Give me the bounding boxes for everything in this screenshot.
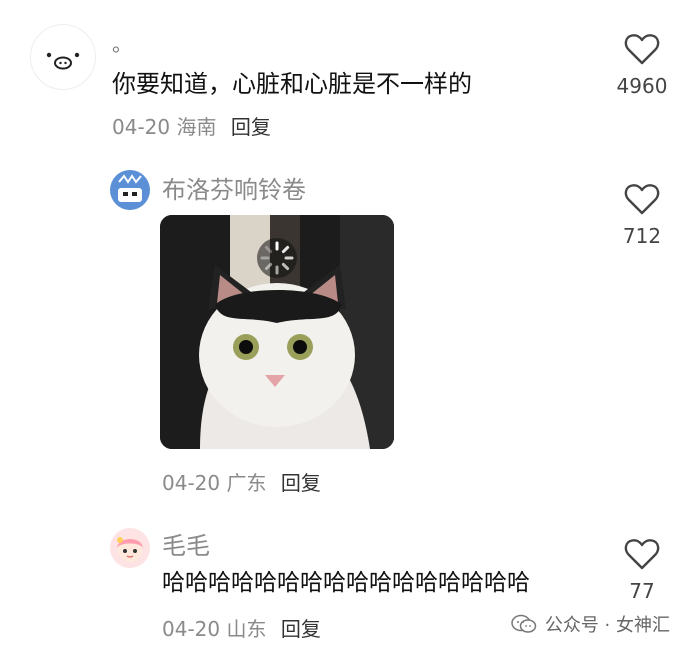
avatar-comment-1[interactable] — [30, 24, 96, 90]
heart-icon[interactable] — [624, 537, 660, 571]
cat-photo-illustration — [160, 215, 394, 449]
avatar-comment-2[interactable] — [110, 170, 150, 210]
reply-button-2[interactable]: 回复 — [281, 471, 321, 495]
heart-icon[interactable] — [624, 182, 660, 216]
reply-button-1[interactable]: 回复 — [231, 115, 271, 139]
like-count-1: 4960 — [616, 74, 668, 98]
comment-location-3: 山东 — [226, 617, 267, 641]
watermark-text: 公众号 · 女神汇 — [544, 615, 670, 636]
reply-button-3[interactable]: 回复 — [281, 617, 321, 641]
comment-date-3: 04-20 — [162, 617, 221, 641]
comment-text-3: 哈哈哈哈哈哈哈哈哈哈哈哈哈哈哈哈 — [162, 570, 530, 596]
like-count-2: 712 — [622, 224, 662, 248]
watermark: 公众号 · 女神汇 — [511, 611, 670, 637]
comment-text-1: 你要知道，心脏和心脏是不一样的 — [112, 70, 472, 98]
like-count-3: 77 — [629, 579, 655, 603]
comment-location-2: 广东 — [226, 471, 267, 495]
comment-meta-3: 04-20 山东 回复 — [162, 619, 321, 639]
username-comment-2[interactable]: 布洛芬响铃卷 — [162, 178, 306, 202]
anime-girl-icon — [117, 537, 143, 562]
cartoon-face-icon — [118, 174, 142, 202]
comment-meta-1: 04-20 海南 回复 — [112, 117, 271, 137]
comment-date-1: 04-20 — [112, 115, 171, 139]
username-comment-3[interactable]: 毛毛 — [162, 534, 210, 558]
comment-date-2: 04-20 — [162, 471, 221, 495]
comment-location-1: 海南 — [176, 115, 217, 139]
comment-image-cat-photo[interactable] — [160, 215, 394, 449]
pig-face-icon — [46, 52, 80, 70]
comment-meta-2: 04-20 广东 回复 — [162, 473, 321, 493]
avatar-comment-3[interactable] — [110, 528, 150, 568]
wechat-icon — [511, 614, 537, 633]
username-comment-1[interactable]: 。 — [112, 34, 132, 54]
heart-icon[interactable] — [624, 32, 660, 66]
